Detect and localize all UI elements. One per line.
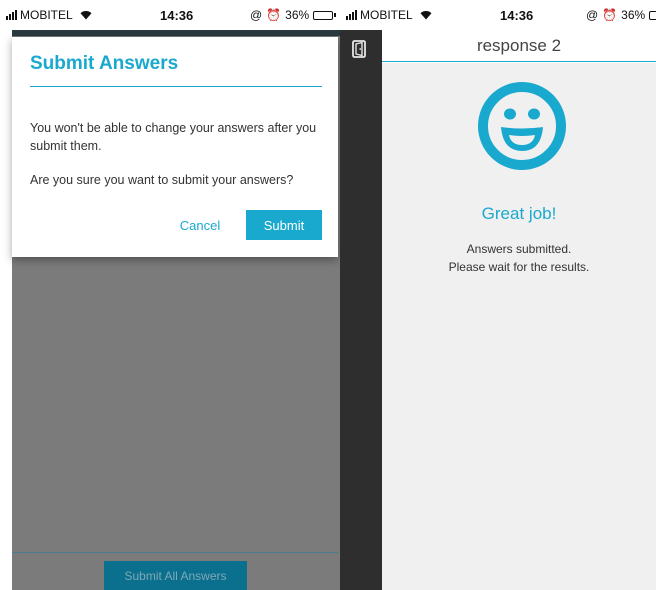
battery-icon	[313, 10, 337, 20]
location-icon: @	[250, 8, 263, 22]
carrier-info: MOBITEL	[6, 8, 92, 22]
status-bar: MOBITEL 14:36 @ ⏰ 36%	[340, 0, 656, 30]
dialog-title: Submit Answers	[30, 53, 179, 74]
wifi-icon	[80, 10, 92, 20]
screen-edge	[0, 30, 12, 590]
smiley-face-icon	[477, 81, 567, 176]
screen-header: response 2	[382, 30, 656, 62]
status-bar: MOBITEL 14:36 @ ⏰ 36%	[0, 0, 340, 30]
side-nav	[340, 30, 382, 590]
battery-percent: 36%	[285, 8, 310, 22]
success-heading: Great job!	[481, 204, 557, 223]
submit-button[interactable]: Submit	[246, 210, 322, 240]
carrier-name: MOBITEL	[360, 8, 413, 22]
footer-divider	[12, 552, 338, 553]
alarm-icon: ⏰	[266, 8, 282, 22]
app-header-strip	[0, 30, 340, 36]
battery-icon	[649, 10, 656, 20]
wait-message: Please wait for the results.	[448, 260, 590, 274]
status-time: 14:36	[160, 8, 194, 23]
battery-percent: 36%	[621, 8, 646, 22]
signal-icon	[6, 10, 17, 20]
right-phone-screen: MOBITEL 14:36 @ ⏰ 36% response 2 Great j…	[340, 0, 656, 590]
wifi-icon	[420, 10, 432, 20]
carrier-name: MOBITEL	[20, 8, 73, 22]
status-right: @ ⏰ 36%	[586, 8, 656, 22]
submit-confirm-dialog: Submit Answers You won't be able to chan…	[12, 37, 338, 257]
dialog-divider	[30, 86, 322, 87]
left-phone-screen: MOBITEL 14:36 @ ⏰ 36% Submit All Answers…	[0, 0, 340, 590]
result-panel: Great job! Answers submitted. Please wai…	[382, 63, 656, 590]
cancel-button[interactable]: Cancel	[170, 210, 230, 240]
status-right: @ ⏰ 36%	[250, 8, 337, 22]
screen-title: response 2	[476, 36, 562, 55]
exit-door-icon[interactable]	[352, 40, 366, 63]
dialog-message-warning: You won't be able to change your answers…	[30, 121, 317, 153]
location-icon: @	[586, 8, 599, 22]
submit-all-answers-button[interactable]: Submit All Answers	[104, 561, 247, 590]
signal-icon	[346, 10, 357, 20]
alarm-icon: ⏰	[602, 8, 618, 22]
carrier-info: MOBITEL	[346, 8, 432, 22]
dialog-message-confirm: Are you sure you want to submit your ans…	[30, 173, 294, 187]
submitted-message: Answers submitted.	[466, 242, 572, 256]
status-time: 14:36	[500, 8, 534, 23]
